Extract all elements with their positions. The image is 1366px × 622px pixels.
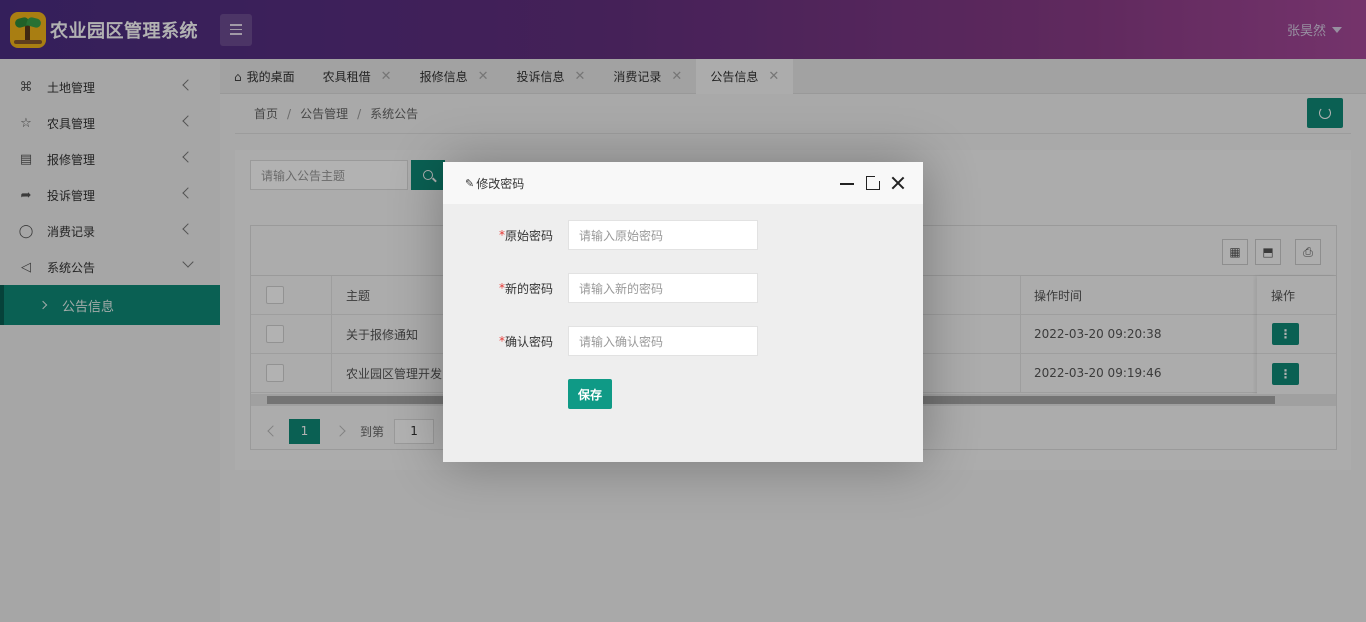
dialog-header[interactable]: ✎ 修改密码: [443, 162, 923, 205]
maximize-icon[interactable]: [866, 175, 881, 190]
form-row-confirm-password: * 确认密码 请输入确认密码: [443, 326, 923, 356]
form-row-old-password: * 原始密码 请输入原始密码: [443, 220, 923, 250]
pencil-icon: ✎: [465, 176, 475, 190]
old-password-input[interactable]: 请输入原始密码: [568, 220, 758, 250]
change-password-dialog: ✎ 修改密码 * 原始密码 请输入原始密码 * 新的密码 请输入新的密码 * 确认密码…: [443, 162, 923, 462]
minimize-icon[interactable]: [840, 183, 854, 185]
close-icon[interactable]: [891, 176, 905, 190]
field-label: 新的密码: [504, 281, 553, 296]
field-label: 确认密码: [504, 334, 553, 349]
new-password-input[interactable]: 请输入新的密码: [568, 273, 758, 303]
form-row-new-password: * 新的密码 请输入新的密码: [443, 273, 923, 303]
confirm-password-input[interactable]: 请输入确认密码: [568, 326, 758, 356]
save-button[interactable]: 保存: [568, 379, 612, 409]
field-label: 原始密码: [504, 228, 553, 243]
dialog-title: 修改密码: [476, 176, 525, 191]
